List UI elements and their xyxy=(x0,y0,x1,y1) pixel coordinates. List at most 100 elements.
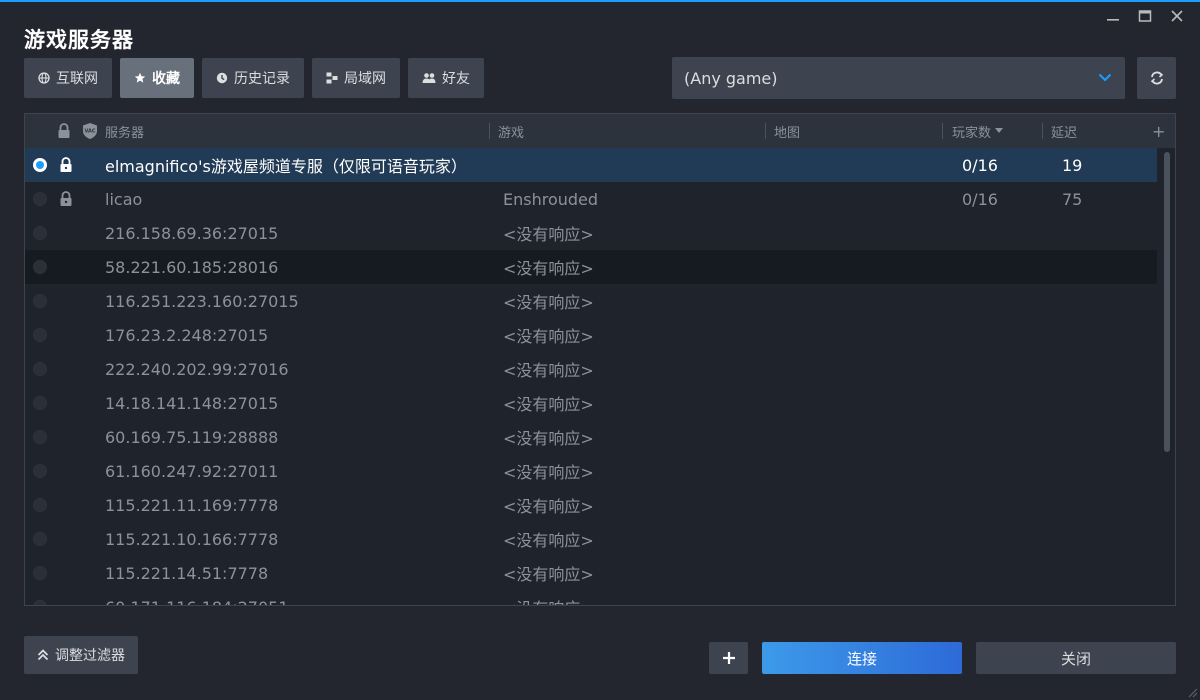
column-players-label: 玩家数 xyxy=(952,125,992,141)
star-icon xyxy=(134,72,146,83)
server-row[interactable]: 14.18.141.148:27015 <没有响应> xyxy=(25,386,1157,420)
server-row[interactable]: 116.251.223.160:27015 <没有响应> xyxy=(25,284,1157,318)
server-radio[interactable] xyxy=(33,532,47,546)
server-row[interactable]: 222.240.202.99:27016 <没有响应> xyxy=(25,352,1157,386)
server-row[interactable]: 115.221.10.166:7778 <没有响应> xyxy=(25,522,1157,556)
tab-favorites[interactable]: 收藏 xyxy=(120,58,194,98)
maximize-icon xyxy=(1138,10,1152,22)
server-radio[interactable] xyxy=(33,362,47,376)
tab-favorites-label: 收藏 xyxy=(152,71,180,87)
server-radio[interactable] xyxy=(33,226,47,240)
column-players[interactable]: 玩家数 xyxy=(952,114,1004,148)
network-icon xyxy=(326,72,338,84)
server-name: 115.221.11.169:7778 xyxy=(105,495,279,515)
server-name: 60.171.116.184:27051 xyxy=(105,590,289,606)
maximize-button[interactable] xyxy=(1132,6,1158,26)
column-separator[interactable] xyxy=(765,123,766,139)
lock-icon xyxy=(60,157,72,172)
server-radio[interactable] xyxy=(33,396,47,410)
vac-label: VAC xyxy=(84,129,95,135)
server-latency: 19 xyxy=(1062,155,1083,175)
server-name: 115.221.10.166:7778 xyxy=(105,529,279,549)
server-radio[interactable] xyxy=(33,260,47,274)
column-separator[interactable] xyxy=(942,123,943,139)
server-name: 176.23.2.248:27015 xyxy=(105,325,269,345)
scrollbar-thumb[interactable] xyxy=(1164,152,1170,452)
server-game: <没有响应> xyxy=(503,531,594,550)
add-server-button[interactable] xyxy=(709,642,748,674)
server-row[interactable]: 115.221.11.169:7778 <没有响应> xyxy=(25,488,1157,522)
server-game: <没有响应> xyxy=(503,327,594,346)
resize-grip-icon[interactable] xyxy=(1186,686,1198,698)
server-list: VAC 服务器 游戏 地图 玩家数 延迟 + elmagnifico's游戏屋频… xyxy=(24,113,1176,606)
plus-icon xyxy=(722,652,735,664)
server-radio[interactable] xyxy=(33,328,47,342)
scrollbar[interactable] xyxy=(1163,152,1171,602)
server-radio[interactable] xyxy=(33,600,47,605)
server-row[interactable]: 115.221.14.51:7778 <没有响应> xyxy=(25,556,1157,590)
server-radio[interactable] xyxy=(33,566,47,580)
tab-lan-label: 局域网 xyxy=(344,71,386,87)
server-row[interactable]: 58.221.60.185:28016 <没有响应> xyxy=(25,250,1157,284)
refresh-button[interactable] xyxy=(1137,57,1176,99)
page-title: 游戏服务器 xyxy=(24,28,134,52)
refresh-icon xyxy=(1150,71,1163,85)
server-radio[interactable] xyxy=(33,464,47,478)
server-name: 58.221.60.185:28016 xyxy=(105,257,279,277)
close-button[interactable]: 关闭 xyxy=(976,642,1176,674)
tab-lan[interactable]: 局域网 xyxy=(312,58,400,98)
minimize-button[interactable] xyxy=(1100,6,1126,26)
tab-history-label: 历史记录 xyxy=(234,71,290,87)
vac-column-header[interactable]: VAC xyxy=(81,114,99,148)
server-game: <没有响应> xyxy=(503,395,594,414)
column-map[interactable]: 地图 xyxy=(774,114,800,148)
server-game: <没有响应> xyxy=(503,429,594,448)
column-separator[interactable] xyxy=(489,123,490,139)
tab-friends[interactable]: 好友 xyxy=(408,58,484,98)
clock-icon xyxy=(216,72,228,84)
lock-column-header[interactable] xyxy=(57,114,71,148)
server-list-body: elmagnifico's游戏屋频道专服（仅限可语音玩家） 0/16 19 licao… xyxy=(25,148,1157,606)
adjust-filters-button[interactable]: 调整过滤器 xyxy=(24,636,138,674)
server-radio[interactable] xyxy=(33,294,47,308)
server-name: 216.158.69.36:27015 xyxy=(105,223,279,243)
server-row[interactable]: licao Enshrouded 0/16 75 xyxy=(25,182,1157,216)
tab-internet-label: 互联网 xyxy=(56,71,98,87)
minimize-icon xyxy=(1107,19,1119,21)
column-game[interactable]: 游戏 xyxy=(498,114,524,148)
server-name: 14.18.141.148:27015 xyxy=(105,393,279,413)
server-radio[interactable] xyxy=(33,192,47,206)
server-row[interactable]: 60.169.75.119:28888 <没有响应> xyxy=(25,420,1157,454)
vac-shield-icon: VAC xyxy=(83,123,97,139)
column-latency[interactable]: 延迟 xyxy=(1051,114,1077,148)
close-window-button[interactable] xyxy=(1164,6,1190,26)
server-row[interactable]: 60.171.116.184:27051 <没有响应> xyxy=(25,590,1157,606)
server-players: 0/16 xyxy=(962,155,998,175)
server-radio[interactable] xyxy=(33,430,47,444)
close-icon xyxy=(1171,10,1183,22)
column-server[interactable]: 服务器 xyxy=(105,114,144,148)
server-radio[interactable] xyxy=(33,158,47,172)
server-radio[interactable] xyxy=(33,498,47,512)
server-row[interactable]: 216.158.69.36:27015 <没有响应> xyxy=(25,216,1157,250)
lock-indicator xyxy=(59,148,73,182)
server-game: <没有响应> xyxy=(503,225,594,244)
server-name: 116.251.223.160:27015 xyxy=(105,291,299,311)
window-accent-line xyxy=(0,0,1200,2)
tab-history[interactable]: 历史记录 xyxy=(202,58,304,98)
add-column-button[interactable]: + xyxy=(1152,114,1165,148)
friends-icon xyxy=(422,73,436,83)
tab-internet[interactable]: 互联网 xyxy=(24,58,112,98)
server-game: <没有响应> xyxy=(503,361,594,380)
server-name: 61.160.247.92:27011 xyxy=(105,461,279,481)
column-separator[interactable] xyxy=(1042,123,1043,139)
game-filter-dropdown[interactable]: (Any game) xyxy=(672,57,1125,99)
server-row[interactable]: elmagnifico's游戏屋频道专服（仅限可语音玩家） 0/16 19 xyxy=(25,148,1157,182)
chevron-down-icon xyxy=(1098,73,1112,82)
server-row[interactable]: 61.160.247.92:27011 <没有响应> xyxy=(25,454,1157,488)
server-row[interactable]: 176.23.2.248:27015 <没有响应> xyxy=(25,318,1157,352)
server-latency: 75 xyxy=(1062,189,1083,209)
server-name: elmagnifico's游戏屋频道专服（仅限可语音玩家） xyxy=(105,157,467,176)
connect-button[interactable]: 连接 xyxy=(762,642,962,674)
server-name: 222.240.202.99:27016 xyxy=(105,359,289,379)
